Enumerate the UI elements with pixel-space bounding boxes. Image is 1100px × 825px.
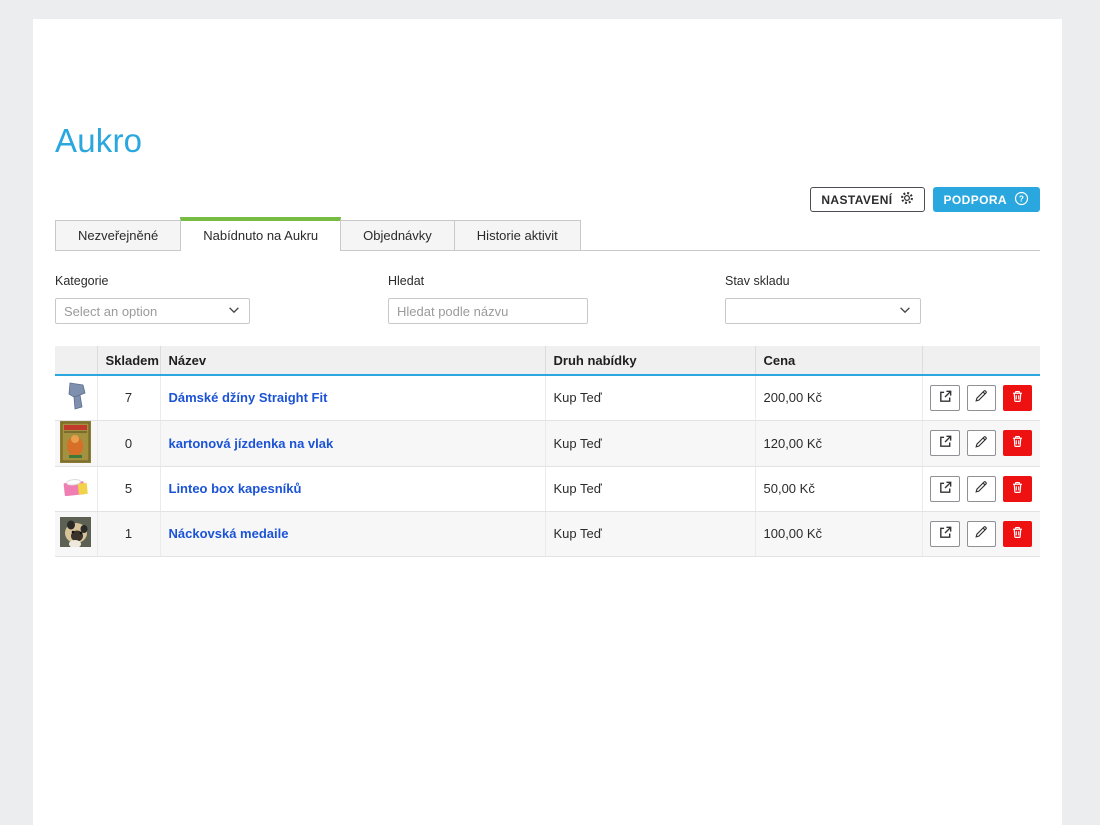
name-cell: kartonová jízdenka na vlak — [160, 420, 545, 466]
external-link-icon — [938, 525, 953, 543]
open-listing-button[interactable] — [930, 385, 959, 411]
stock-filter-label: Stav skladu — [725, 274, 921, 288]
tab-objednavky[interactable]: Objednávky — [340, 220, 455, 250]
edit-button[interactable] — [967, 385, 996, 411]
product-link[interactable]: Náckovská medaile — [169, 526, 289, 541]
tab-label: Nabídnuto na Aukru — [203, 228, 318, 243]
price-cell: 50,00 Kč — [755, 466, 922, 511]
gear-icon — [900, 191, 914, 208]
product-link[interactable]: Dámské džíny Straight Fit — [169, 390, 328, 405]
offer-type-cell: Kup Teď — [545, 511, 755, 556]
question-icon: ? — [1014, 191, 1029, 209]
stock-cell: 7 — [97, 375, 160, 420]
edit-button[interactable] — [967, 476, 996, 502]
offers-table-header: Skladem Název Druh nabídky Cena — [55, 346, 1040, 375]
product-link[interactable]: Linteo box kapesníků — [169, 481, 302, 496]
delete-button[interactable] — [1003, 521, 1032, 547]
search-input[interactable] — [388, 298, 588, 324]
tab-label: Nezveřejněné — [78, 228, 158, 243]
settings-button-label: NASTAVENÍ — [821, 193, 892, 207]
settings-button[interactable]: NASTAVENÍ — [810, 187, 924, 212]
column-thumbnail — [55, 346, 97, 375]
product-thumbnail-cell — [55, 420, 97, 466]
pencil-icon — [974, 480, 988, 497]
price-cell: 120,00 Kč — [755, 420, 922, 466]
price-cell: 100,00 Kč — [755, 511, 922, 556]
table-row: 5 Linteo box kapesníků Kup Teď50,00 Kč — [55, 466, 1040, 511]
name-cell: Dámské džíny Straight Fit — [160, 375, 545, 420]
header-actions: NASTAVENÍ PODPORA ? — [55, 187, 1040, 212]
price-cell: 200,00 Kč — [755, 375, 922, 420]
column-stock: Skladem — [97, 346, 160, 375]
jeans-thumbnail — [61, 379, 91, 413]
offers-table: Skladem Název Druh nabídky Cena 7 Dámské … — [55, 346, 1040, 557]
tissue-box-thumbnail — [63, 475, 89, 499]
offers-table-body: 7Dámské džíny Straight FitKup Teď200,00 … — [55, 375, 1040, 556]
delete-button[interactable] — [1003, 430, 1032, 456]
edit-button[interactable] — [967, 521, 996, 547]
external-link-icon — [938, 389, 953, 407]
stock-cell: 5 — [97, 466, 160, 511]
column-offer-type: Druh nabídky — [545, 346, 755, 375]
pug-dog-thumbnail — [60, 517, 91, 547]
filters-row: Kategorie Select an option Hledat Stav s… — [55, 274, 1040, 324]
page-title: Aukro — [55, 19, 1040, 161]
tab-bar: Nezveřejněné Nabídnuto na Aukru Objednáv… — [55, 217, 1040, 251]
tab-nabidnuto-na-aukru[interactable]: Nabídnuto na Aukru — [180, 217, 341, 251]
stock-cell: 0 — [97, 420, 160, 466]
pencil-icon — [974, 435, 988, 452]
column-actions — [922, 346, 1040, 375]
tab-label: Historie aktivit — [477, 228, 558, 243]
product-thumbnail-cell — [55, 511, 97, 556]
category-filter-label: Kategorie — [55, 274, 250, 288]
actions-cell — [922, 511, 1040, 556]
pencil-icon — [974, 389, 988, 406]
category-select[interactable]: Select an option — [55, 298, 250, 324]
name-cell: Náckovská medaile — [160, 511, 545, 556]
tab-label: Objednávky — [363, 228, 432, 243]
stock-cell: 1 — [97, 511, 160, 556]
svg-text:?: ? — [1019, 194, 1024, 203]
trash-icon — [1011, 481, 1024, 497]
column-price: Cena — [755, 346, 922, 375]
chevron-down-icon — [898, 303, 912, 320]
main-panel: Aukro NASTAVENÍ PODPORA ? Nezveřejněné N… — [33, 19, 1062, 825]
table-row: 1 Náckovská medaile Kup Teď100,00 Kč — [55, 511, 1040, 556]
pencil-icon — [974, 525, 988, 542]
trash-icon — [1011, 390, 1024, 406]
product-link[interactable]: kartonová jízdenka na vlak — [169, 436, 334, 451]
stock-select[interactable] — [725, 298, 921, 324]
external-link-icon — [938, 480, 953, 498]
edit-button[interactable] — [967, 430, 996, 456]
product-thumbnail-cell — [55, 375, 97, 420]
support-button[interactable]: PODPORA ? — [933, 187, 1040, 212]
delete-button[interactable] — [1003, 476, 1032, 502]
trash-icon — [1011, 435, 1024, 451]
offer-type-cell: Kup Teď — [545, 420, 755, 466]
open-listing-button[interactable] — [930, 476, 959, 502]
table-row: 7 Dámské džíny Straight Fit Kup Teď200,00 … — [55, 375, 1040, 420]
external-link-icon — [938, 434, 953, 452]
chevron-down-icon — [227, 303, 241, 320]
column-name: Název — [160, 346, 545, 375]
delete-button[interactable] — [1003, 385, 1032, 411]
search-filter-label: Hledat — [388, 274, 588, 288]
trash-icon — [1011, 526, 1024, 542]
train-ticket-thumbnail — [60, 421, 91, 463]
actions-cell — [922, 420, 1040, 466]
product-thumbnail-cell — [55, 466, 97, 511]
actions-cell — [922, 375, 1040, 420]
support-button-label: PODPORA — [944, 193, 1007, 207]
offer-type-cell: Kup Teď — [545, 466, 755, 511]
tab-historie-aktivit[interactable]: Historie aktivit — [454, 220, 581, 250]
offer-type-cell: Kup Teď — [545, 375, 755, 420]
open-listing-button[interactable] — [930, 521, 959, 547]
actions-cell — [922, 466, 1040, 511]
table-row: 0 kartonová jízdenka na vlak Kup Teď120,00… — [55, 420, 1040, 466]
tab-nezverejnene[interactable]: Nezveřejněné — [55, 220, 181, 250]
name-cell: Linteo box kapesníků — [160, 466, 545, 511]
open-listing-button[interactable] — [930, 430, 959, 456]
category-select-placeholder: Select an option — [64, 304, 157, 319]
